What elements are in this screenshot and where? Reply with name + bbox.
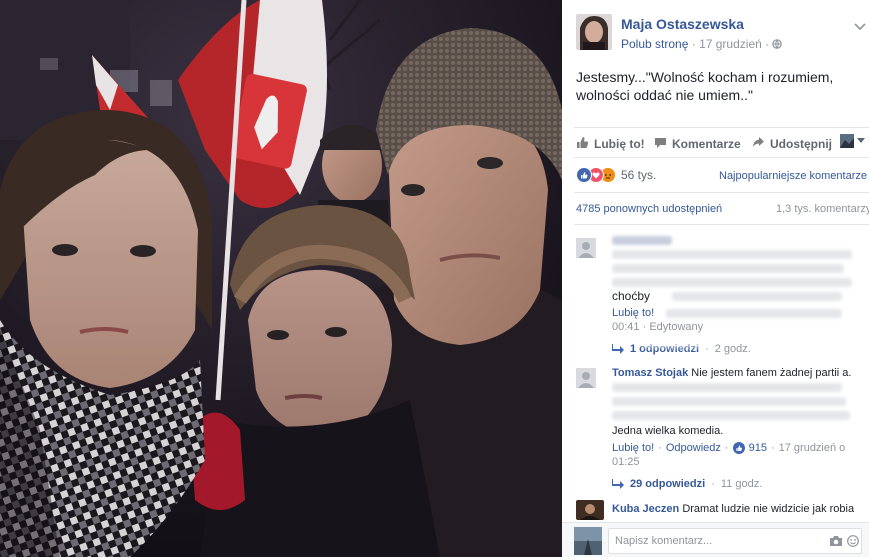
page-avatar-icon [840, 134, 854, 148]
comment-text-line: Dramat ludzie nie widzicie jak robia [682, 503, 855, 515]
comment-input[interactable]: Napisz komentarz... [608, 528, 862, 554]
comment-sort-dropdown[interactable]: Najpopularniejsze komentarze ▾ [719, 169, 869, 182]
comment-composer: Napisz komentarz... [562, 522, 869, 557]
reply-arrow-icon [612, 344, 624, 354]
post-text-line: wolności oddać nie umiem.." [576, 87, 753, 103]
replies-time: 11 godz. [720, 478, 763, 490]
caret-down-icon [857, 138, 865, 143]
like-count-icon [732, 442, 745, 454]
emoji-icon[interactable] [847, 534, 859, 552]
comment-date[interactable]: 17 grudzień o [779, 442, 846, 454]
post-meta: Polub stronę · 17 grudzień · [621, 37, 783, 52]
comment-like-count[interactable]: 915 [749, 442, 767, 454]
comment-edited[interactable]: Edytowany [649, 321, 703, 333]
divider [574, 127, 869, 128]
post-date[interactable]: 17 grudzień [699, 37, 762, 51]
meta-dot: · [691, 37, 696, 51]
comment-time[interactable]: 00:41 [612, 321, 640, 333]
divider [574, 157, 869, 158]
comment-button[interactable]: Komentarze [654, 136, 741, 152]
thumb-up-icon [576, 136, 589, 152]
comment-meta-line2: 00:41 · Edytowany [612, 321, 704, 333]
author-name[interactable]: Maja Ostaszewska [621, 16, 744, 32]
comment-text-line: Jedna wielka komedia. [612, 425, 724, 437]
selfie-image [0, 0, 562, 557]
redacted-text [612, 411, 850, 420]
redacted-text [612, 264, 844, 273]
meta-dot-2: · [765, 37, 770, 51]
author-avatar[interactable] [576, 14, 612, 50]
camera-icon[interactable] [829, 534, 843, 552]
post-sidebar: Maja Ostaszewska Polub stronę · 17 grudz… [562, 0, 869, 557]
like-button[interactable]: Lubię to! [576, 136, 645, 152]
post-as-selector[interactable] [840, 134, 865, 148]
comment-header: Tomasz Stojak Nie jestem fanem żadnej pa… [612, 367, 851, 379]
like-reaction-icon [576, 167, 592, 183]
commenter-avatar[interactable] [576, 238, 596, 258]
author-avatar-icon [576, 14, 612, 50]
commenter-name[interactable]: Tomasz Stojak [612, 367, 688, 379]
view-replies-link[interactable]: 29 odpowiedzi · 11 godz. [612, 478, 762, 490]
share-arrow-icon [752, 136, 765, 152]
comment-time[interactable]: 01:25 [612, 456, 640, 468]
divider [574, 224, 869, 225]
reactions-summary[interactable]: 56 tys. [576, 167, 656, 183]
comment-reply-link[interactable]: Odpowiedz [666, 442, 721, 454]
comment-like-link[interactable]: Lubię to! [612, 442, 654, 454]
comment-meta: Lubię to! · Odpowiedz · 915 · 17 grudzie… [612, 442, 846, 454]
divider [574, 192, 869, 193]
redacted-text [612, 278, 852, 287]
comment-like-link[interactable]: Lubię to! [612, 307, 654, 319]
user-avatar-icon [574, 527, 602, 555]
comment-bubble-icon [654, 136, 667, 152]
share-button-label: Udostępnij [770, 137, 832, 151]
reactions-count: 56 tys. [621, 168, 657, 182]
redacted-text [672, 292, 842, 301]
comments-count: 1,3 tys. komentarzy [776, 203, 869, 215]
comment-button-label: Komentarze [672, 137, 741, 151]
comment-text-line: Nie jestem fanem żadnej partii a. [691, 367, 852, 379]
post-photo[interactable] [0, 0, 562, 557]
chevron-down-icon[interactable] [854, 18, 866, 36]
comment-input-placeholder: Napisz komentarz... [615, 535, 713, 547]
post-text-line: Jestesmy..."Wolność kocham i rozumiem, [576, 69, 834, 85]
globe-icon [772, 38, 783, 52]
shares-count[interactable]: 4785 ponownych udostępnień [576, 203, 722, 215]
reply-arrow-icon [612, 479, 624, 489]
redaction-mark [642, 340, 702, 348]
like-button-label: Lubię to! [594, 137, 645, 151]
like-page-link[interactable]: Polub stronę [621, 37, 688, 51]
post-text: Jestesmy..."Wolność kocham i rozumiem, w… [576, 68, 833, 104]
comment-text-fragment: choćby [612, 289, 651, 303]
comment-meta: Lubię to! [612, 307, 654, 319]
redacted-text [612, 250, 852, 259]
replies-count: 29 odpowiedzi [630, 478, 706, 490]
redacted-meta [666, 309, 842, 318]
share-button[interactable]: Udostępnij [752, 136, 832, 152]
comment-header: Kuba Jeczen Dramat ludzie nie widzicie j… [612, 503, 854, 515]
comment-sort-label: Najpopularniejsze komentarze [719, 170, 867, 182]
redacted-name [612, 236, 672, 245]
replies-time: 2 godz. [714, 343, 751, 355]
user-avatar[interactable] [574, 527, 602, 555]
commenter-avatar[interactable] [576, 368, 596, 388]
commenter-avatar[interactable] [576, 500, 604, 520]
redacted-text [612, 383, 842, 392]
redacted-text [612, 397, 846, 406]
commenter-name[interactable]: Kuba Jeczen [612, 503, 679, 515]
